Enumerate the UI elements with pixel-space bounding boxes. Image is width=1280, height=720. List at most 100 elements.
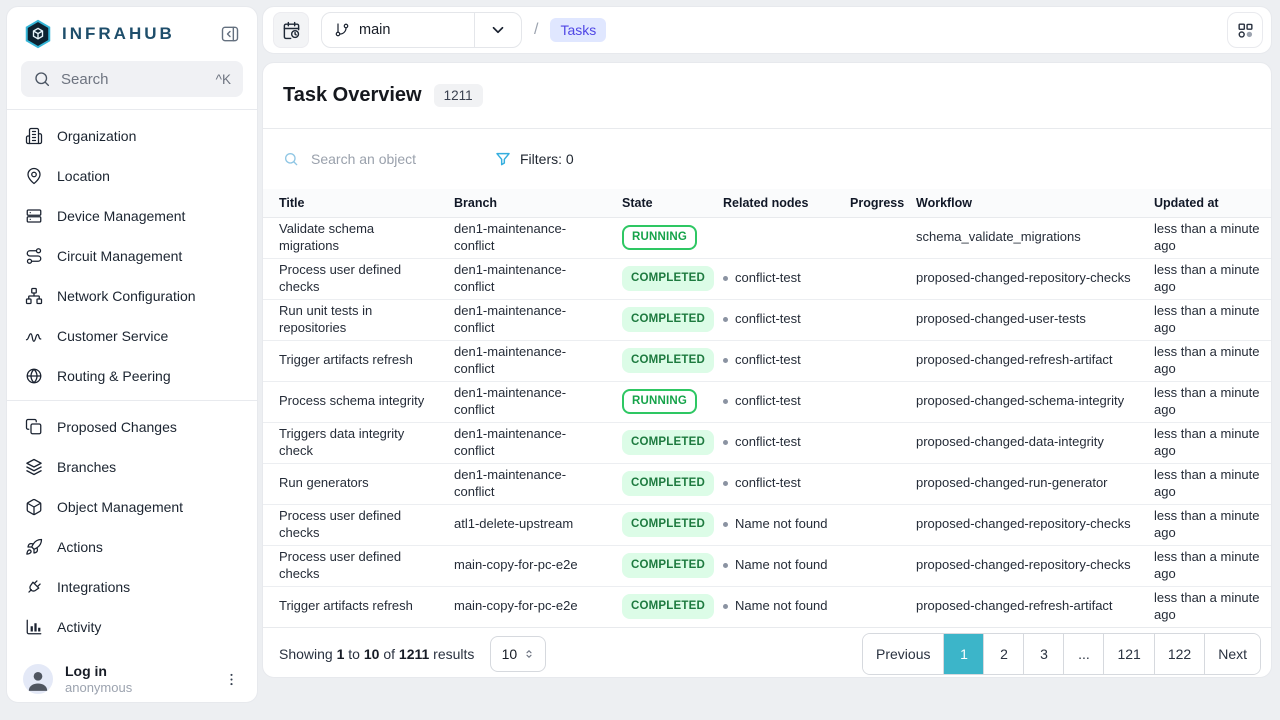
cell-updated-at: less than a minute ago — [1144, 422, 1271, 463]
table-row[interactable]: Trigger artifacts refreshmain-copy-for-p… — [263, 586, 1271, 627]
table-row[interactable]: Run unit tests in repositoriesden1-maint… — [263, 299, 1271, 340]
logo-row: INFRAHUB — [7, 7, 257, 57]
table-footer: Showing 1 to 10 of 1211 results 10 Previ… — [263, 627, 1271, 678]
column-header-workflow: Workflow — [906, 189, 1144, 217]
cell-state: COMPLETED — [612, 463, 713, 504]
sidebar-item-location[interactable]: Location — [15, 156, 249, 196]
state-badge: COMPLETED — [622, 553, 714, 578]
tasks-table: TitleBranchStateRelated nodesProgressWor… — [263, 189, 1271, 627]
user-menu-button[interactable] — [219, 667, 243, 691]
cell-branch: den1-maintenance-conflict — [444, 258, 612, 299]
sidebar-item-network-configuration[interactable]: Network Configuration — [15, 276, 249, 316]
breadcrumb-tasks[interactable]: Tasks — [550, 18, 606, 42]
cell-title: Trigger artifacts refresh — [263, 586, 444, 627]
sidebar-item-label: Integrations — [57, 579, 130, 595]
sidebar-search[interactable]: Search ^K — [21, 61, 243, 97]
cell-updated-at: less than a minute ago — [1144, 463, 1271, 504]
column-header-updated-at: Updated at — [1144, 189, 1271, 217]
object-search-input[interactable] — [309, 150, 478, 168]
page-button-1[interactable]: 1 — [943, 634, 983, 674]
state-badge: COMPLETED — [622, 348, 714, 373]
state-badge: COMPLETED — [622, 471, 714, 496]
page-button-3[interactable]: 3 — [1023, 634, 1063, 674]
collapse-sidebar-button[interactable] — [217, 21, 243, 47]
table-toolbar: Filters: 0 — [263, 129, 1271, 189]
sidebar-item-device-management[interactable]: Device Management — [15, 196, 249, 236]
layers-icon — [25, 458, 43, 476]
filters-label: Filters: 0 — [520, 151, 574, 167]
graph-menu-button[interactable] — [1227, 12, 1263, 48]
table-row[interactable]: Process user defined checksden1-maintena… — [263, 258, 1271, 299]
node-dot-icon — [723, 399, 728, 404]
cell-title: Process schema integrity — [263, 381, 444, 422]
sidebar-item-integrations[interactable]: Integrations — [15, 567, 249, 607]
cell-workflow: proposed-changed-refresh-artifact — [906, 340, 1144, 381]
sidebar-item-routing-peering[interactable]: Routing & Peering — [15, 356, 249, 396]
breadcrumb-separator: / — [534, 21, 538, 39]
table-row[interactable]: Process user defined checksmain-copy-for… — [263, 545, 1271, 586]
filters-button[interactable]: Filters: 0 — [495, 151, 574, 167]
branch-selector-value[interactable]: main — [322, 13, 474, 47]
box-icon — [25, 498, 43, 516]
sidebar-item-object-management[interactable]: Object Management — [15, 487, 249, 527]
copy-icon — [25, 418, 43, 436]
page-button-next[interactable]: Next — [1204, 634, 1260, 674]
table-row[interactable]: Process schema integrityden1-maintenance… — [263, 381, 1271, 422]
cell-workflow: schema_validate_migrations — [906, 217, 1144, 258]
sidebar-item-label: Customer Service — [57, 328, 168, 344]
login-label[interactable]: Log in — [65, 663, 132, 680]
sidebar-nav-primary: OrganizationLocationDevice ManagementCir… — [7, 110, 257, 400]
cell-related-nodes: conflict-test — [713, 340, 840, 381]
cell-updated-at: less than a minute ago — [1144, 217, 1271, 258]
cell-workflow: proposed-changed-user-tests — [906, 299, 1144, 340]
state-badge: RUNNING — [622, 389, 697, 414]
cell-related-nodes: conflict-test — [713, 299, 840, 340]
infrahub-logo-icon — [23, 19, 53, 49]
cell-title: Trigger artifacts refresh — [263, 340, 444, 381]
cell-updated-at: less than a minute ago — [1144, 381, 1271, 422]
node-dot-icon — [723, 522, 728, 527]
sidebar-item-organization[interactable]: Organization — [15, 116, 249, 156]
page-button-122[interactable]: 122 — [1154, 634, 1204, 674]
branch-selector-dropdown[interactable] — [474, 13, 521, 47]
branch-selector[interactable]: main — [321, 12, 522, 48]
column-header-branch: Branch — [444, 189, 612, 217]
avatar — [23, 664, 53, 694]
cell-workflow: proposed-changed-refresh-artifact — [906, 586, 1144, 627]
user-row[interactable]: Log in anonymous — [7, 653, 257, 709]
cell-updated-at: less than a minute ago — [1144, 340, 1271, 381]
page-button-2[interactable]: 2 — [983, 634, 1023, 674]
username-label: anonymous — [65, 680, 132, 696]
node-dot-icon — [723, 317, 728, 322]
table-row[interactable]: Validate schema migrationsden1-maintenan… — [263, 217, 1271, 258]
sidebar-item-label: Branches — [57, 459, 116, 475]
table-row[interactable]: Trigger artifacts refreshden1-maintenanc… — [263, 340, 1271, 381]
state-badge: COMPLETED — [622, 266, 714, 291]
sidebar-nav-secondary: Proposed Changes Branches Object Managemen… — [7, 401, 257, 653]
page-button-121[interactable]: 121 — [1103, 634, 1153, 674]
table-row[interactable]: Triggers data integrity checkden1-mainte… — [263, 422, 1271, 463]
sidebar-item-customer-service[interactable]: Customer Service — [15, 316, 249, 356]
cell-related-nodes: conflict-test — [713, 463, 840, 504]
cell-related-nodes: conflict-test — [713, 258, 840, 299]
sidebar-item-label: Actions — [57, 539, 103, 555]
page-button-previous[interactable]: Previous — [863, 634, 943, 674]
node-dot-icon — [723, 481, 728, 486]
page-size-select[interactable]: 10 — [490, 636, 546, 672]
cell-updated-at: less than a minute ago — [1144, 258, 1271, 299]
sidebar-item-actions[interactable]: Actions — [15, 527, 249, 567]
sidebar-item-proposed-changes[interactable]: Proposed Changes — [15, 407, 249, 447]
table-row[interactable]: Process user defined checksatl1-delete-u… — [263, 504, 1271, 545]
sidebar-item-branches[interactable]: Branches — [15, 447, 249, 487]
page-title: Task Overview — [283, 84, 422, 107]
column-header-progress: Progress — [840, 189, 906, 217]
sidebar-item-label: Network Configuration — [57, 288, 196, 304]
sidebar-item-circuit-management[interactable]: Circuit Management — [15, 236, 249, 276]
time-travel-button[interactable] — [273, 12, 309, 48]
cell-progress — [840, 463, 906, 504]
table-row[interactable]: Run generatorsden1-maintenance-conflictC… — [263, 463, 1271, 504]
page-button-[interactable]: ... — [1063, 634, 1103, 674]
sidebar-item-activity[interactable]: Activity — [15, 607, 249, 647]
brand-name: INFRAHUB — [62, 24, 175, 44]
route-icon — [25, 247, 43, 265]
